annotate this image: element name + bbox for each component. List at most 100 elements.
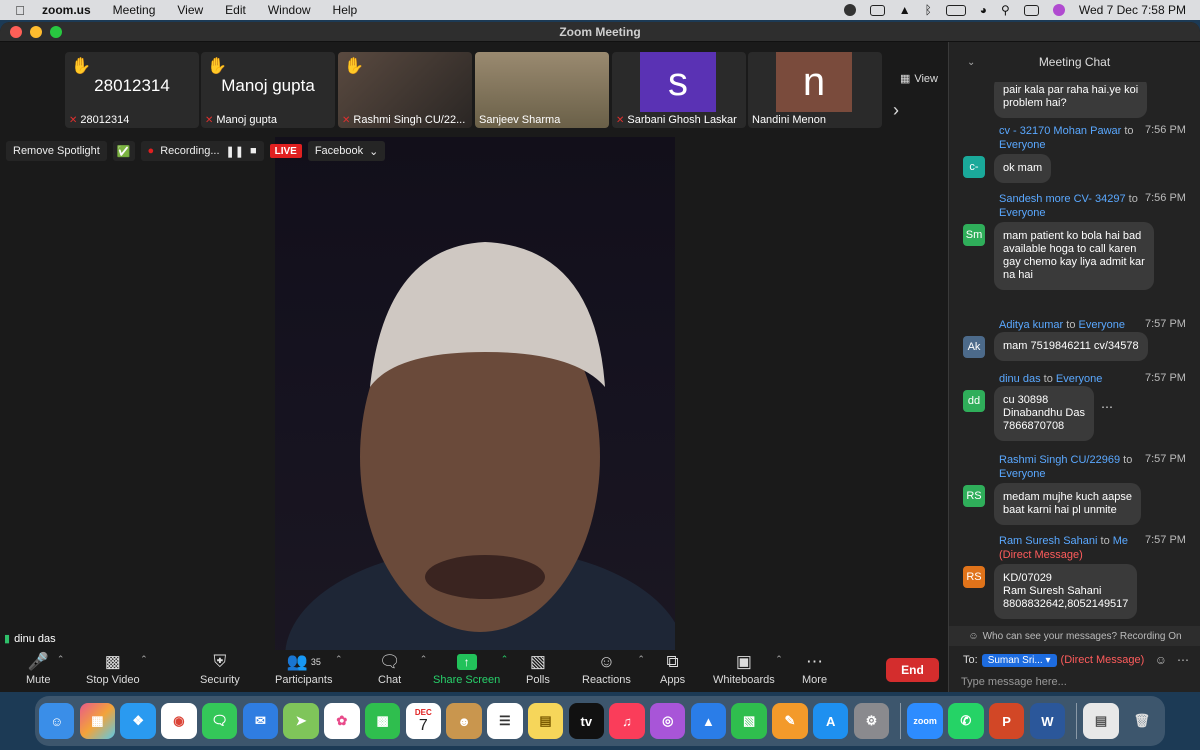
siri-icon[interactable] <box>1052 4 1065 16</box>
chat-message-header: dinu das to Everyone <box>999 372 1149 386</box>
menu-edit[interactable]: Edit <box>214 3 257 17</box>
chat-button[interactable]: 🗨 Chat ⌃ <box>378 650 427 686</box>
chevron-up-icon[interactable]: ⌃ <box>775 654 783 665</box>
chat-bubble-icon: 🗨 <box>378 652 401 671</box>
grid-icon: ▦ <box>899 73 911 85</box>
participant-tile[interactable]: ✋ 28012314 ✕ 28012314 <box>65 52 199 128</box>
keynote-icon[interactable]: ▲ <box>690 703 727 739</box>
sender-name: dinu das <box>999 373 1041 385</box>
emoji-icon[interactable]: ☺ <box>1155 653 1167 667</box>
menu-window[interactable]: Window <box>257 3 322 17</box>
chevron-down-icon[interactable]: ⌄ <box>967 57 975 68</box>
message-more-icon[interactable]: ⋯ <box>1101 400 1113 414</box>
chevron-up-icon[interactable]: ⌃ <box>637 654 645 665</box>
finder-icon[interactable]: ☺ <box>39 703 75 739</box>
system-preferences-icon[interactable]: ⚙ <box>853 703 890 739</box>
remove-spotlight-button[interactable]: Remove Spotlight <box>6 141 107 161</box>
podcasts-icon[interactable]: ◎ <box>650 703 686 739</box>
participant-tile[interactable]: Sanjeev Sharma <box>475 52 609 128</box>
contacts-icon[interactable]: ☻ <box>446 703 482 739</box>
chevron-up-icon[interactable]: ⌃ <box>335 654 343 665</box>
downloads-stack-icon[interactable]: ▤ <box>1083 703 1119 739</box>
encryption-shield-icon[interactable]: ✅ <box>112 141 135 161</box>
menubar-clock[interactable]: Wed 7 Dec 7:58 PM <box>1079 3 1186 17</box>
word-icon[interactable]: W <box>1029 703 1066 739</box>
sender-name: Aditya kumar <box>999 319 1064 331</box>
sender-avatar: RS <box>963 566 985 588</box>
chat-bubble: cu 30898 Dinabandhu Das 7866870708 <box>994 386 1094 441</box>
battery-icon[interactable] <box>945 4 966 16</box>
safari-icon[interactable]: ❖ <box>120 703 156 739</box>
more-button[interactable]: ⋯ More <box>802 650 827 686</box>
participant-tile[interactable]: ✋ Manoj gupta ✕ Manoj gupta <box>201 52 335 128</box>
chevron-up-icon[interactable]: ⌃ <box>501 654 509 665</box>
raised-hand-icon: ✋ <box>71 58 91 75</box>
app-store-icon[interactable]: A <box>812 703 849 739</box>
polls-button[interactable]: ▧ Polls <box>526 650 550 686</box>
participant-tile[interactable]: n Nandini Menon <box>748 52 882 128</box>
search-icon[interactable]: ⚲ <box>1001 3 1010 17</box>
bluetooth-icon[interactable]: ᛒ <box>925 3 932 17</box>
participant-tile[interactable]: ✋ ✕ Rashmi Singh CU/22... <box>338 52 472 128</box>
numbers-icon[interactable]: ▧ <box>731 703 767 739</box>
menu-help[interactable]: Help <box>322 3 369 17</box>
chat-bubble: pair kala par raha hai.ye koi problem ha… <box>994 82 1148 118</box>
message-time: 7:56 PM <box>1145 124 1186 136</box>
reminders-icon[interactable]: ☰ <box>487 703 523 739</box>
menu-meeting[interactable]: Meeting <box>102 3 167 17</box>
participant-tile[interactable]: s ✕ Sarbani Ghosh Laskar <box>612 52 746 128</box>
reactions-button[interactable]: ☺ Reactions ⌃ <box>582 650 645 686</box>
zoom-icon[interactable]: zoom <box>907 703 943 739</box>
maps-icon[interactable]: ➤ <box>283 703 319 739</box>
whiteboards-button[interactable]: ▣ Whiteboards ⌃ <box>713 650 783 686</box>
next-page-arrow-icon[interactable]: › <box>893 100 899 121</box>
chevron-up-icon[interactable]: ⌃ <box>420 654 428 665</box>
spotlight-video[interactable] <box>275 137 675 670</box>
chat-message-list[interactable]: pair kala par raha hai.ye koi problem ha… <box>949 82 1200 626</box>
apple-icon[interactable]:  <box>0 3 40 18</box>
chat-input[interactable]: Type message here... <box>961 676 1067 688</box>
chevron-up-icon[interactable]: ⌃ <box>140 654 148 665</box>
stop-recording-icon[interactable]: ■ <box>250 145 257 157</box>
powerpoint-icon[interactable]: P <box>988 703 1025 739</box>
mail-icon[interactable]: ✉ <box>242 703 279 739</box>
pause-recording-icon[interactable]: ❚❚ <box>226 145 244 158</box>
to-word: to <box>1128 193 1138 205</box>
end-meeting-button[interactable]: End <box>886 658 939 682</box>
apple-tv-icon[interactable]: tv <box>568 703 604 739</box>
launchpad-icon[interactable]: ▦ <box>79 703 116 739</box>
airplay-icon[interactable]: ▲ <box>899 3 911 17</box>
more-options-icon[interactable]: ⋯ <box>1177 653 1189 667</box>
photos-icon[interactable]: ✿ <box>324 703 360 739</box>
chevron-up-icon[interactable]: ⌃ <box>57 654 65 665</box>
music-icon[interactable]: ♫ <box>609 703 645 739</box>
trash-icon[interactable]: 🗑 <box>1124 703 1159 739</box>
participants-button[interactable]: 👥 35 Participants ⌃ <box>275 650 342 686</box>
recipient-select[interactable]: Suman Sri... ▾ <box>981 653 1057 667</box>
share-screen-button[interactable]: ↑ Share Screen ⌃ <box>433 650 508 686</box>
control-center-icon[interactable] <box>1023 4 1039 16</box>
livestream-dropdown[interactable]: Facebook ⌄ <box>307 141 386 161</box>
messages-icon[interactable]: 🗨 <box>201 703 238 739</box>
stop-video-button[interactable]: ▩ Stop Video ⌃ <box>86 650 148 686</box>
view-button[interactable]: ▦ View <box>899 72 938 86</box>
message-visibility-notice[interactable]: ☺ Who can see your messages? Recording O… <box>949 626 1200 646</box>
mute-button[interactable]: 🎤 Mute ⌃ <box>26 650 64 686</box>
notes-icon[interactable]: ▤ <box>527 703 564 739</box>
recording-indicator[interactable]: ● Recording... ❚❚ ■ <box>140 141 264 161</box>
wifi-icon[interactable]: ◕ <box>980 3 987 17</box>
whatsapp-icon[interactable]: ✆ <box>948 703 984 739</box>
chrome-icon[interactable]: ◉ <box>161 703 197 739</box>
do-not-disturb-icon[interactable] <box>843 4 856 16</box>
apps-button[interactable]: ⧉ Apps <box>660 650 685 686</box>
screen-mirroring-icon[interactable] <box>869 4 885 16</box>
dock-separator <box>1076 703 1078 739</box>
pages-icon[interactable]: ✎ <box>772 703 808 739</box>
chat-message-header: cv - 32170 Mohan Pawar to Everyone <box>999 124 1149 152</box>
calendar-icon[interactable]: DEC 7 <box>405 703 442 739</box>
message-time: 7:56 PM <box>1145 192 1186 204</box>
security-button[interactable]: ⛨ Security <box>200 650 240 686</box>
menu-app-name[interactable]: zoom.us <box>40 3 102 17</box>
facetime-icon[interactable]: ▩ <box>364 703 401 739</box>
menu-view[interactable]: View <box>166 3 214 17</box>
